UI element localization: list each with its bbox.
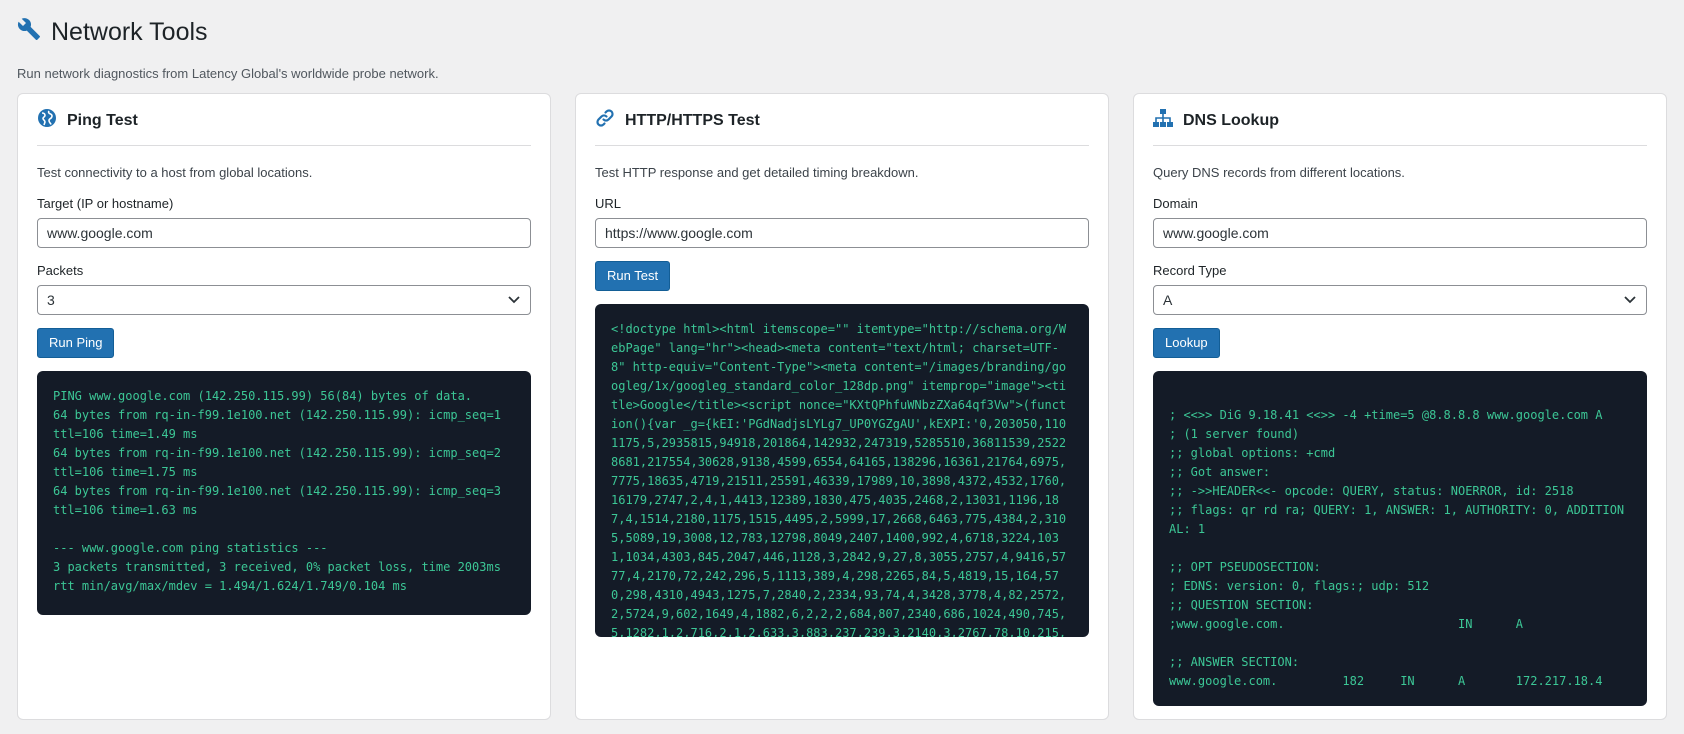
dns-card-header: DNS Lookup xyxy=(1153,94,1647,146)
target-label: Target (IP or hostname) xyxy=(37,196,174,211)
url-input[interactable]: https://www.google.com xyxy=(595,218,1089,248)
http-card-header: HTTP/HTTPS Test xyxy=(595,94,1089,146)
http-test-card: HTTP/HTTPS Test Test HTTP response and g… xyxy=(575,93,1109,720)
globe-icon xyxy=(37,108,57,133)
ping-card-title: Ping Test xyxy=(67,111,138,129)
dns-description: Query DNS records from different locatio… xyxy=(1153,165,1405,180)
link-icon xyxy=(595,108,615,133)
run-ping-button[interactable]: Run Ping xyxy=(37,328,115,358)
run-test-button[interactable]: Run Test xyxy=(595,261,671,291)
record-type-select-value: A xyxy=(1163,292,1173,308)
ping-output-console: PING www.google.com (142.250.115.99) 56(… xyxy=(37,371,531,615)
dns-card-title: DNS Lookup xyxy=(1183,111,1279,129)
http-description: Test HTTP response and get detailed timi… xyxy=(595,165,919,180)
target-input[interactable]: www.google.com xyxy=(37,218,531,248)
dns-lookup-card: DNS Lookup Query DNS records from differ… xyxy=(1133,93,1667,720)
url-input-value: https://www.google.com xyxy=(605,225,753,241)
ping-test-card: Ping Test Test connectivity to a host fr… xyxy=(17,93,551,720)
chevron-down-icon xyxy=(507,292,521,309)
domain-input-value: www.google.com xyxy=(1163,225,1269,241)
target-input-value: www.google.com xyxy=(47,225,153,241)
page-subtitle: Run network diagnostics from Latency Glo… xyxy=(17,66,439,81)
page-title: Network Tools xyxy=(17,14,439,50)
ping-card-header: Ping Test xyxy=(37,94,531,146)
url-label: URL xyxy=(595,196,622,211)
wrench-icon xyxy=(17,17,41,48)
record-type-select[interactable]: A xyxy=(1153,285,1647,315)
packets-label: Packets xyxy=(37,263,84,278)
sitemap-icon xyxy=(1153,108,1173,133)
domain-label: Domain xyxy=(1153,196,1198,211)
lookup-button[interactable]: Lookup xyxy=(1153,328,1220,358)
ping-description: Test connectivity to a host from global … xyxy=(37,165,313,180)
dns-output-console: ; <<>> DiG 9.18.41 <<>> -4 +time=5 @8.8.… xyxy=(1153,371,1647,706)
record-type-label: Record Type xyxy=(1153,263,1227,278)
http-card-title: HTTP/HTTPS Test xyxy=(625,111,760,129)
http-output-console: <!doctype html><html itemscope="" itemty… xyxy=(595,304,1089,637)
chevron-down-icon xyxy=(1623,292,1637,309)
domain-input[interactable]: www.google.com xyxy=(1153,218,1647,248)
page-title-text: Network Tools xyxy=(51,17,208,46)
packets-select-value: 3 xyxy=(47,292,55,308)
page-header: Network Tools Run network diagnostics fr… xyxy=(17,14,439,82)
packets-select[interactable]: 3 xyxy=(37,285,531,315)
